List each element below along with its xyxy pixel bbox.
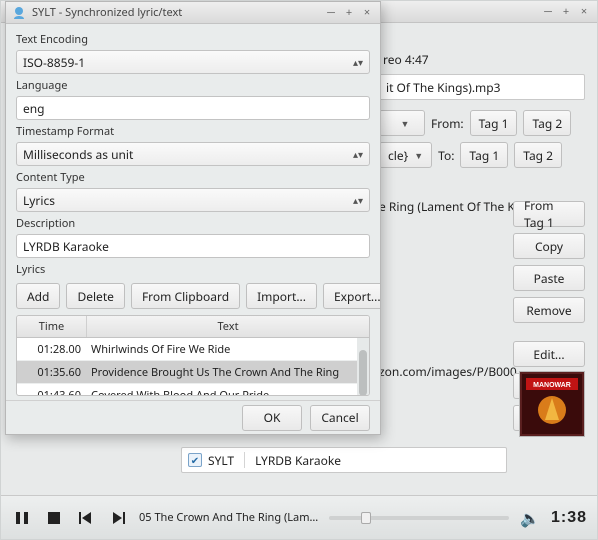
volume-icon[interactable]: 🔈 [519, 507, 541, 529]
prev-track-icon[interactable] [75, 507, 97, 529]
lyric-from-clipboard-button[interactable]: From Clipboard [131, 283, 240, 309]
text-encoding-label: Text Encoding [16, 30, 370, 48]
dialog-maximize-icon[interactable]: + [342, 6, 356, 20]
chevron-updown-icon: ▴▾ [353, 55, 363, 69]
from-tag1-side-button[interactable]: From Tag 1 [513, 201, 585, 227]
album-art-image: MANOWAR [522, 374, 582, 434]
now-playing-text: 05 The Crown And The Ring (Lament Of The… [139, 510, 319, 525]
maximize-icon[interactable]: + [559, 5, 573, 19]
minimize-icon[interactable]: ─ [541, 5, 555, 19]
col-text[interactable]: Text [87, 316, 369, 337]
to-label: To: [438, 147, 454, 164]
lyric-export-button[interactable]: Export... [323, 283, 380, 309]
sylt-dialog: SYLT - Synchronized lyric/text ─ + × Tex… [5, 1, 381, 435]
filename-field[interactable]: it Of The Kings).mp3 [379, 74, 585, 100]
edit-button[interactable]: Edit... [513, 341, 585, 367]
scrollbar-thumb[interactable] [359, 350, 367, 395]
position-slider[interactable] [329, 516, 509, 520]
lyric-import-button[interactable]: Import... [246, 283, 317, 309]
slider-knob[interactable] [361, 512, 371, 524]
divider [244, 452, 245, 468]
timestamp-format-combo[interactable]: Milliseconds as unit ▴▾ [16, 142, 370, 166]
scrollbar[interactable] [357, 338, 369, 395]
dialog-minimize-icon[interactable]: ─ [324, 6, 338, 20]
from-combo[interactable]: ▼ [379, 110, 425, 136]
sylt-value: LYRDB Karaoke [255, 452, 341, 469]
time-display: 1:38 [551, 509, 587, 527]
sylt-checkbox[interactable]: ✔ [188, 453, 202, 467]
language-label: Language [16, 76, 370, 94]
filename-value: it Of The Kings).mp3 [386, 79, 501, 96]
to-tag2-button[interactable]: Tag 2 [514, 142, 562, 168]
lyrics-table[interactable]: Time Text 01:28.00Whirlwinds Of Fire We … [16, 315, 370, 396]
content-type-combo[interactable]: Lyrics ▴▾ [16, 188, 370, 212]
copy-button[interactable]: Copy [513, 233, 585, 259]
table-row[interactable]: 01:43.60Covered With Blood And Our Pride [17, 384, 369, 395]
cancel-button[interactable]: Cancel [310, 405, 370, 431]
from-tag2-button[interactable]: Tag 2 [523, 110, 571, 136]
svg-text:MANOWAR: MANOWAR [533, 382, 571, 389]
cell-time: 01:28.00 [17, 342, 87, 357]
chevron-updown-icon: ▴▾ [353, 147, 363, 161]
cell-text: Providence Brought Us The Crown And The … [87, 365, 369, 380]
content-type-label: Content Type [16, 168, 370, 186]
description-field[interactable]: LYRDB Karaoke [16, 234, 370, 258]
dialog-close-icon[interactable]: × [360, 6, 374, 20]
to-combo[interactable]: cle} ▼ [379, 142, 432, 168]
from-label: From: [431, 115, 464, 132]
chevron-down-icon: ▼ [414, 149, 423, 162]
album-art[interactable]: MANOWAR [519, 371, 585, 437]
playbar: 05 The Crown And The Ring (Lament Of The… [1, 495, 597, 539]
dialog-title: SYLT - Synchronized lyric/text [32, 5, 182, 20]
table-row[interactable]: 01:35.60Providence Brought Us The Crown … [17, 361, 369, 384]
dialog-titlebar[interactable]: SYLT - Synchronized lyric/text ─ + × [6, 2, 380, 24]
ok-button[interactable]: OK [242, 405, 302, 431]
lyrics-table-body: 01:28.00Whirlwinds Of Fire We Ride01:35.… [17, 338, 369, 395]
chevron-updown-icon: ▴▾ [353, 193, 363, 207]
lyric-delete-button[interactable]: Delete [66, 283, 125, 309]
stop-icon[interactable] [43, 507, 65, 529]
paste-button[interactable]: Paste [513, 265, 585, 291]
lyric-add-button[interactable]: Add [16, 283, 60, 309]
to-tag1-button[interactable]: Tag 1 [460, 142, 508, 168]
table-row[interactable]: 01:28.00Whirlwinds Of Fire We Ride [17, 338, 369, 361]
cell-text: Whirlwinds Of Fire We Ride [87, 342, 369, 357]
pause-icon[interactable] [11, 507, 33, 529]
cell-text: Covered With Blood And Our Pride [87, 388, 369, 396]
text-encoding-combo[interactable]: ISO-8859-1 ▴▾ [16, 50, 370, 74]
app-icon [12, 6, 28, 20]
from-tag1-button[interactable]: Tag 1 [470, 110, 518, 136]
remove-button[interactable]: Remove [513, 297, 585, 323]
duration-text: reo 4:47 [383, 51, 585, 68]
next-track-icon[interactable] [107, 507, 129, 529]
sylt-label: SYLT [208, 452, 234, 469]
dialog-footer: OK Cancel [6, 400, 380, 434]
description-label: Description [16, 214, 370, 232]
lyrics-table-header: Time Text [17, 316, 369, 338]
cell-time: 01:35.60 [17, 365, 87, 380]
language-field[interactable]: eng [16, 96, 370, 120]
timestamp-format-label: Timestamp Format [16, 122, 370, 140]
sylt-row[interactable]: ✔ SYLT LYRDB Karaoke [181, 447, 507, 473]
chevron-down-icon: ▼ [401, 117, 410, 130]
lyrics-label: Lyrics [16, 260, 370, 278]
col-time[interactable]: Time [17, 316, 87, 337]
cell-time: 01:43.60 [17, 388, 87, 396]
close-icon[interactable]: × [577, 5, 591, 19]
